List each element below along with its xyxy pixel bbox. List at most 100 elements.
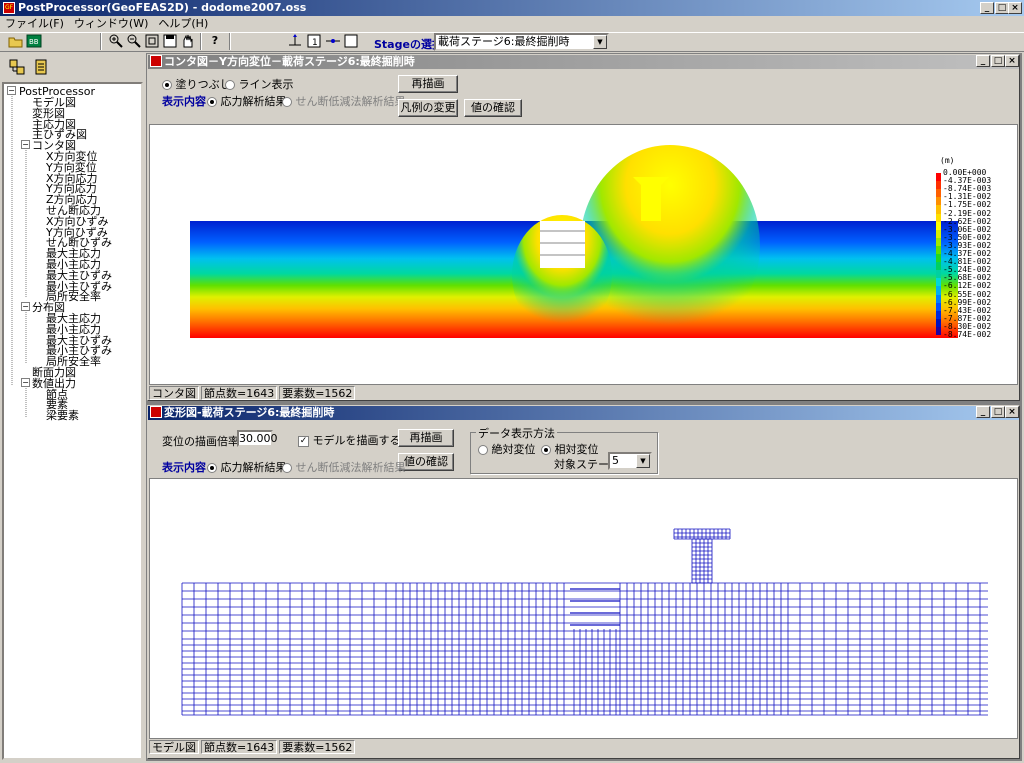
menu-window[interactable]: ウィンドウ(W) <box>69 16 153 32</box>
deform-canvas[interactable] <box>149 478 1018 739</box>
relative-radio-dot[interactable] <box>541 445 551 455</box>
close-button[interactable]: × <box>1008 2 1022 14</box>
chevron-down-icon[interactable]: ▼ <box>593 35 607 49</box>
stage-select[interactable]: 載荷ステージ6:最終掘削時 ▼ <box>434 33 609 51</box>
tree-collapse-icon[interactable] <box>32 58 50 76</box>
axis-icon[interactable] <box>287 33 303 49</box>
contour-display-label: 表示内容 <box>162 95 206 108</box>
minimize-button[interactable]: _ <box>980 2 994 14</box>
target-stage-select[interactable]: 5 ▼ <box>608 452 652 470</box>
absolute-radio[interactable]: 絶対変位 <box>478 441 536 457</box>
stage-label: Stageの選択 <box>374 38 443 51</box>
deform-result-label: 応力解析結果 <box>220 461 287 474</box>
rect-icon[interactable] <box>343 33 359 49</box>
contour-shear-radio[interactable]: せん断低減法解析結果 <box>282 93 406 109</box>
zoom-in-icon[interactable] <box>108 33 124 49</box>
deform-window-title-text: 変形図-載荷ステージ6:最終掘削時 <box>164 406 335 419</box>
contour-status-nodes: 節点数=1643 <box>201 386 278 400</box>
toolbar-separator <box>100 33 102 50</box>
deform-shear-radio[interactable]: せん断低減法解析結果 <box>282 459 406 475</box>
zoom-out-icon[interactable] <box>126 33 142 49</box>
stage-select-value: 載荷ステージ6:最終掘削時 <box>438 35 570 48</box>
svg-text:1: 1 <box>312 38 318 48</box>
deform-display-label: 表示内容 <box>162 461 206 474</box>
draw-model-checkbox[interactable]: ✓ モデルを描画する <box>298 432 401 448</box>
export-icon[interactable]: BB <box>26 33 42 49</box>
svg-text:BB: BB <box>29 38 39 46</box>
help-icon[interactable]: ? <box>207 33 223 49</box>
fill-radio-label: 塗りつぶし <box>175 78 231 91</box>
fill-radio-dot[interactable] <box>162 80 172 90</box>
maximize-button[interactable]: □ <box>995 2 1009 14</box>
chevron-down-icon[interactable]: ▼ <box>636 454 650 468</box>
deform-check-value-button[interactable]: 値の確認 <box>398 453 454 471</box>
tree-toggle[interactable]: − <box>21 377 30 387</box>
legend-unit: (m) <box>940 156 955 165</box>
tree-toggle[interactable]: − <box>21 140 30 150</box>
scale-input[interactable]: 30.000 <box>237 430 278 447</box>
contour-plot <box>190 145 958 345</box>
relative-radio[interactable]: 相対変位 <box>541 441 599 457</box>
app-icon: GF <box>3 2 15 14</box>
contour-window-title-text: コンタ図－Y方向変位－載荷ステージ6:最終掘削時 <box>164 55 415 68</box>
line-radio[interactable]: ライン表示 <box>225 76 294 92</box>
legend-value: -8.74E-002 <box>943 330 992 339</box>
menu-help[interactable]: ヘルプ(H) <box>153 16 213 32</box>
app-title: PostProcessor(GeoFEAS2D) - dodome2007.os… <box>18 1 307 14</box>
deform-result-dot[interactable] <box>207 463 217 473</box>
contour-shear-label: せん断低減法解析結果 <box>295 95 406 108</box>
target-stage-value: 5 <box>612 454 619 467</box>
absolute-radio-dot[interactable] <box>478 445 488 455</box>
deform-status-elements: 要素数=1562 <box>279 740 356 754</box>
deform-maximize-button[interactable]: □ <box>991 406 1005 418</box>
toolbar-separator <box>200 33 202 50</box>
tree-view[interactable]: − PostProcessor モデル図 変形図 主応力図 主ひずみ図 − コンタ図 X方向… <box>2 82 143 760</box>
menu-file[interactable]: ファイル(F) <box>0 16 69 32</box>
deform-redraw-button[interactable]: 再描画 <box>398 429 454 447</box>
relative-radio-label: 相対変位 <box>554 443 599 456</box>
check-icon[interactable]: ✓ <box>298 435 309 447</box>
contour-redraw-button[interactable]: 再描画 <box>398 75 458 93</box>
deform-status-nodes: 節点数=1643 <box>201 740 278 754</box>
absolute-radio-label: 絶対変位 <box>491 443 536 456</box>
fill-radio[interactable]: 塗りつぶし <box>162 76 231 92</box>
mesh-plot <box>181 528 988 716</box>
scale-label: 変位の描画倍率 <box>162 435 239 448</box>
contour-check-value-button[interactable]: 値の確認 <box>464 99 522 117</box>
open-icon[interactable] <box>8 33 24 49</box>
save-icon[interactable] <box>162 33 178 49</box>
deform-status-mode: モデル図 <box>149 740 199 754</box>
legend-change-button[interactable]: 凡例の変更 <box>398 99 458 117</box>
contour-statusbar: コンタ図 節点数=1643 要素数=1562 <box>149 386 357 400</box>
contour-minimize-button[interactable]: _ <box>976 55 990 67</box>
contour-status-elements: 要素数=1562 <box>279 386 356 400</box>
toolbar-separator <box>229 33 231 50</box>
contour-shear-dot[interactable] <box>282 97 292 107</box>
tree-toggle[interactable]: − <box>21 302 30 312</box>
draw-model-label: モデルを描画する <box>312 434 401 447</box>
contour-result-label: 応力解析結果 <box>220 95 287 108</box>
deform-close-button[interactable]: × <box>1005 406 1019 418</box>
deform-result-radio[interactable]: 応力解析結果 <box>207 459 287 475</box>
contour-canvas[interactable]: (m) 0.00E+000 -4.37E-003 -8.74E-003 -1.31E-0… <box>149 124 1018 385</box>
tree-item[interactable]: 梁要素 <box>46 410 79 421</box>
contour-result-dot[interactable] <box>207 97 217 107</box>
app-titlebar: PostProcessor(GeoFEAS2D) - dodome2007.os… <box>0 0 1024 16</box>
arrow-icon[interactable] <box>325 33 341 49</box>
fit-icon[interactable] <box>144 33 160 49</box>
menubar: ファイル(F) ウィンドウ(W) ヘルプ(H) <box>0 16 1024 32</box>
line-radio-dot[interactable] <box>225 80 235 90</box>
contour-close-button[interactable]: × <box>1005 55 1019 67</box>
deform-minimize-button[interactable]: _ <box>976 406 990 418</box>
display-method-title: データ表示方法 <box>476 425 557 441</box>
contour-maximize-button[interactable]: □ <box>991 55 1005 67</box>
deform-window-title: 変形図-載荷ステージ6:最終掘削時 <box>148 406 1019 420</box>
pan-icon[interactable] <box>180 33 196 49</box>
line-radio-label: ライン表示 <box>238 78 294 91</box>
deform-shear-dot[interactable] <box>282 463 292 473</box>
tree-expand-icon[interactable] <box>8 58 26 76</box>
frame1-icon[interactable]: 1 <box>306 33 322 49</box>
deform-window-icon <box>150 406 162 418</box>
tree-root-toggle[interactable]: − <box>7 86 16 95</box>
contour-result-radio[interactable]: 応力解析結果 <box>207 93 287 109</box>
